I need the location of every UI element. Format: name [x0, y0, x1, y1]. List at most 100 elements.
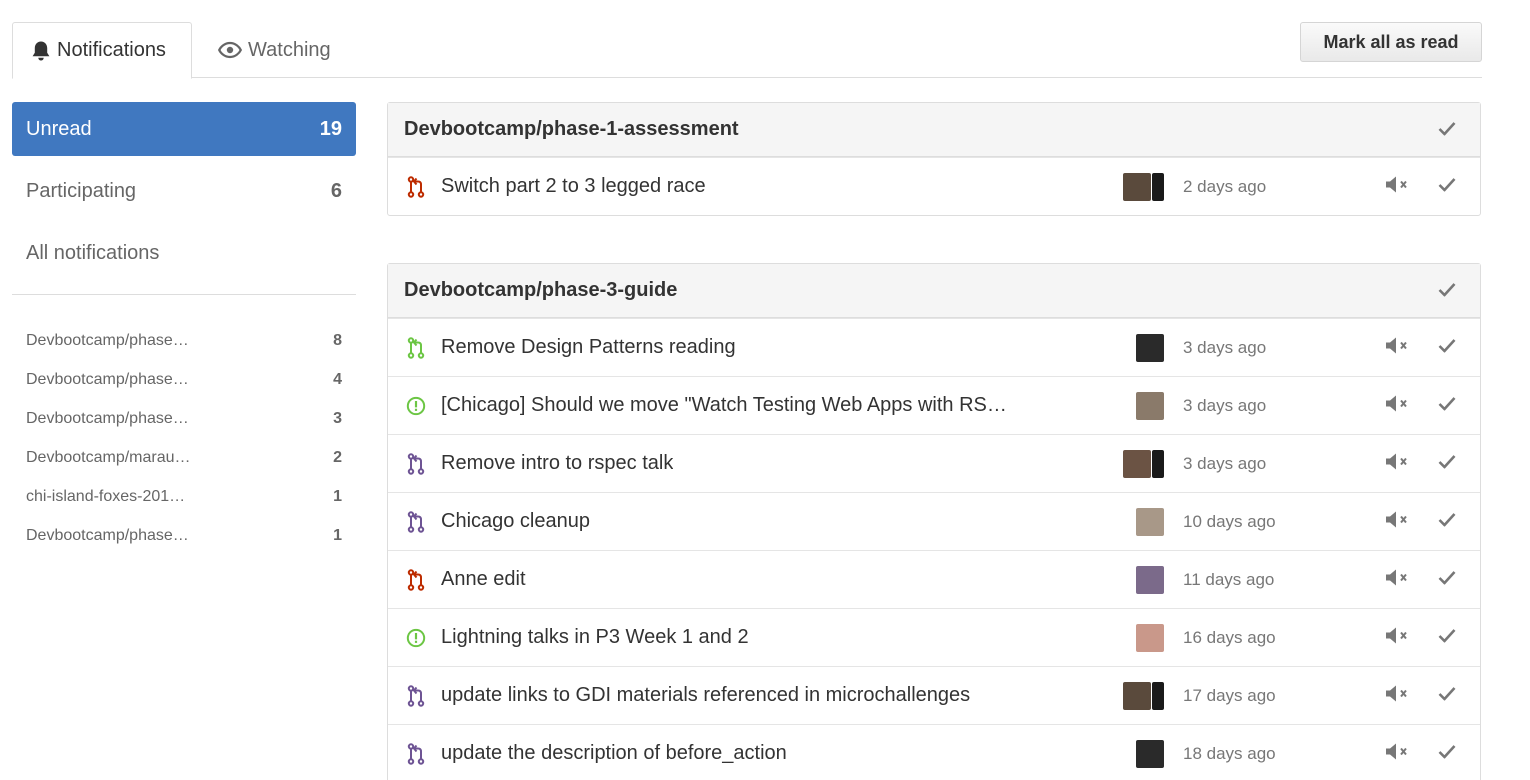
mark-read-check-icon[interactable] [1438, 686, 1456, 705]
notification-time: 16 days ago [1183, 627, 1276, 647]
pull-request-closed-icon [406, 568, 426, 592]
tab-watching[interactable]: Watching [200, 22, 349, 78]
participant-avatars [1136, 507, 1164, 536]
notification-row: Lightning talks in P3 Week 1 and 2 16 day… [388, 608, 1480, 666]
repo-item[interactable]: chi-island-foxes-201… 1 [12, 477, 356, 516]
mute-icon[interactable] [1384, 174, 1412, 199]
notification-group: Devbootcamp/phase-1-assessment Switch par… [387, 102, 1481, 216]
mute-icon[interactable] [1384, 567, 1412, 592]
mute-icon[interactable] [1384, 335, 1412, 360]
avatar[interactable] [1152, 449, 1164, 478]
mute-icon[interactable] [1384, 741, 1412, 766]
pull-request-merged-icon [406, 684, 426, 708]
filter-unread[interactable]: Unread 19 [12, 102, 356, 156]
repo-count: 2 [333, 448, 342, 466]
participant-avatars [1136, 333, 1164, 362]
tab-notifications-label: Notifications [57, 39, 166, 61]
repo-count: 1 [333, 487, 342, 505]
repo-name: chi-island-foxes-201… [26, 487, 186, 505]
mute-icon[interactable] [1384, 393, 1412, 418]
avatar[interactable] [1123, 681, 1151, 710]
notification-time: 10 days ago [1183, 511, 1276, 531]
avatar[interactable] [1136, 623, 1164, 652]
repo-list: Devbootcamp/phase… 8 Devbootcamp/phase… … [12, 321, 356, 555]
bell-icon [32, 41, 50, 60]
notification-row: update links to GDI materials referenced… [388, 666, 1480, 724]
sidebar: Unread 19 Participating 6 All notificati… [12, 102, 356, 555]
eye-icon [218, 41, 242, 59]
mark-read-check-icon[interactable] [1438, 512, 1456, 531]
mute-icon[interactable] [1384, 625, 1412, 650]
mute-icon[interactable] [1384, 451, 1412, 476]
mute-icon[interactable] [1384, 509, 1412, 534]
group-repo-name[interactable]: Devbootcamp/phase-1-assessment [404, 118, 739, 141]
mark-read-check-icon[interactable] [1438, 396, 1456, 415]
pull-request-merged-icon [406, 742, 426, 766]
filter-label: All notifications [26, 241, 160, 264]
avatar[interactable] [1136, 565, 1164, 594]
notification-row: Remove intro to rspec talk 3 days ago [388, 434, 1480, 492]
notification-time: 17 days ago [1183, 685, 1276, 705]
repo-item[interactable]: Devbootcamp/marau… 2 [12, 438, 356, 477]
notification-title[interactable]: Anne edit [441, 568, 526, 591]
notification-title[interactable]: update links to GDI materials referenced… [441, 684, 970, 707]
avatar[interactable] [1136, 739, 1164, 768]
notification-title[interactable]: update the description of before_action [441, 742, 787, 765]
filter-participating[interactable]: Participating 6 [12, 164, 356, 218]
participant-avatars [1136, 565, 1164, 594]
mark-read-check-icon[interactable] [1438, 338, 1456, 357]
issue-opened-icon [406, 626, 426, 650]
notification-group: Devbootcamp/phase-3-guide Remove Design P… [387, 263, 1481, 780]
repo-count: 8 [333, 331, 342, 349]
notification-title[interactable]: Switch part 2 to 3 legged race [441, 175, 706, 198]
pull-request-closed-icon [406, 175, 426, 199]
mute-icon[interactable] [1384, 683, 1412, 708]
mark-read-check-icon[interactable] [1438, 628, 1456, 647]
notification-row: update the description of before_action 1… [388, 724, 1480, 780]
notification-title[interactable]: Remove intro to rspec talk [441, 452, 673, 475]
avatar[interactable] [1136, 333, 1164, 362]
mark-read-check-icon[interactable] [1438, 279, 1456, 302]
filter-all-notifications[interactable]: All notifications [12, 226, 356, 280]
mark-read-check-icon[interactable] [1438, 744, 1456, 763]
repo-name: Devbootcamp/marau… [26, 448, 191, 466]
mark-all-as-read-button[interactable]: Mark all as read [1300, 22, 1482, 62]
avatar[interactable] [1152, 172, 1164, 201]
repo-count: 4 [333, 370, 342, 388]
repo-name: Devbootcamp/phase… [26, 331, 189, 349]
notification-time: 18 days ago [1183, 743, 1276, 763]
notification-title[interactable]: [Chicago] Should we move "Watch Testing … [441, 394, 1007, 417]
notification-row: Switch part 2 to 3 legged race 2 days ago [388, 157, 1480, 215]
mark-read-check-icon[interactable] [1438, 118, 1456, 141]
filter-count: 6 [330, 179, 342, 202]
notification-row: Remove Design Patterns reading 3 days ago [388, 318, 1480, 376]
avatar[interactable] [1123, 449, 1151, 478]
notification-time: 2 days ago [1183, 176, 1267, 196]
participant-avatars [1136, 623, 1164, 652]
repo-item[interactable]: Devbootcamp/phase… 8 [12, 321, 356, 360]
avatar[interactable] [1123, 172, 1151, 201]
pull-request-merged-icon [406, 510, 426, 534]
repo-count: 1 [333, 526, 342, 544]
pull-request-icon [406, 336, 426, 360]
repo-item[interactable]: Devbootcamp/phase… 1 [12, 516, 356, 555]
mark-read-check-icon[interactable] [1438, 454, 1456, 473]
repo-item[interactable]: Devbootcamp/phase… 4 [12, 360, 356, 399]
repo-item[interactable]: Devbootcamp/phase… 3 [12, 399, 356, 438]
avatar[interactable] [1136, 507, 1164, 536]
notification-row: Chicago cleanup 10 days ago [388, 492, 1480, 550]
notification-time: 3 days ago [1183, 395, 1267, 415]
notification-title[interactable]: Remove Design Patterns reading [441, 336, 736, 359]
group-repo-name[interactable]: Devbootcamp/phase-3-guide [404, 279, 677, 302]
notification-title[interactable]: Lightning talks in P3 Week 1 and 2 [441, 626, 749, 649]
avatar[interactable] [1136, 391, 1164, 420]
notification-row: Anne edit 11 days ago [388, 550, 1480, 608]
tab-notifications[interactable]: Notifications [12, 22, 192, 79]
notification-tabs: Notifications Watching [12, 22, 1482, 79]
mark-read-check-icon[interactable] [1438, 177, 1456, 196]
mark-read-check-icon[interactable] [1438, 570, 1456, 589]
notification-title[interactable]: Chicago cleanup [441, 510, 590, 533]
group-header: Devbootcamp/phase-1-assessment [388, 103, 1480, 157]
issue-opened-icon [406, 394, 426, 418]
avatar[interactable] [1152, 681, 1164, 710]
